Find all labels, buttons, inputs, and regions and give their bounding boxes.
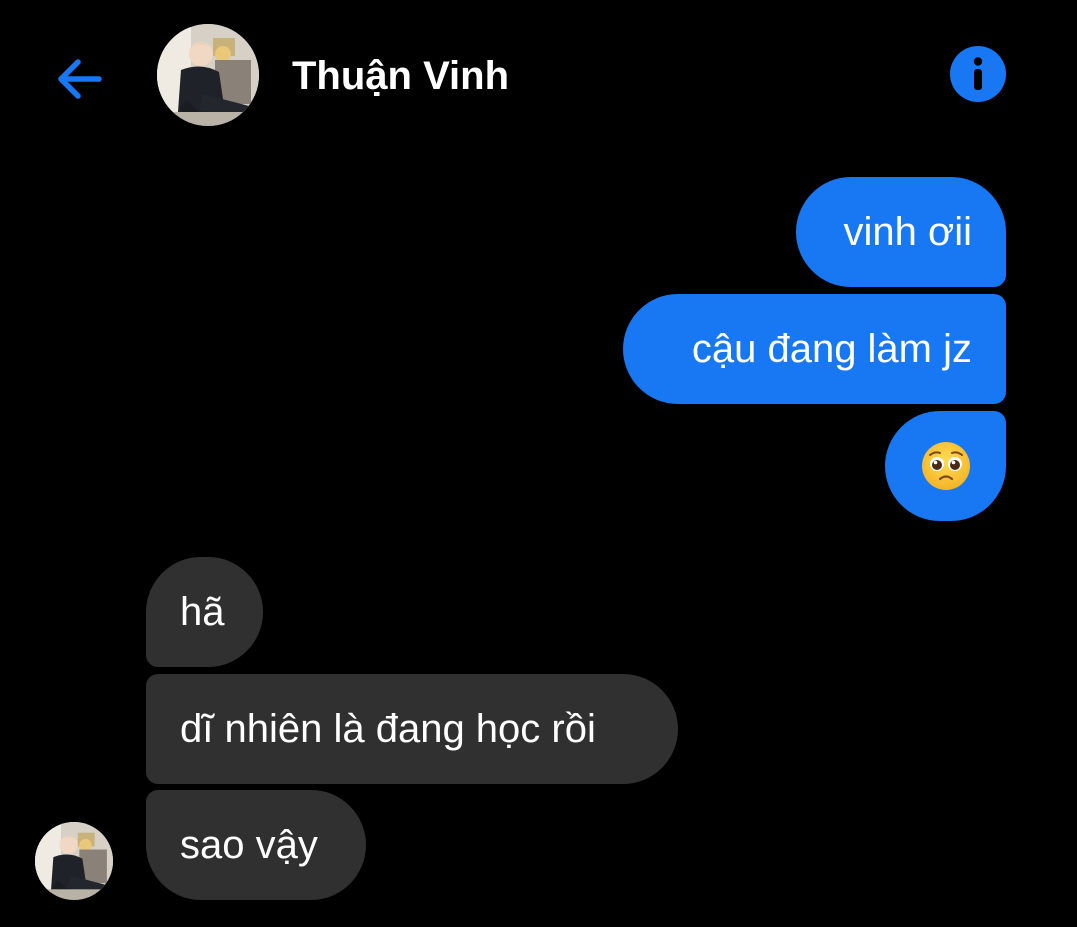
chat-header: Thuận Vinh: [0, 0, 1077, 150]
back-button[interactable]: [50, 50, 108, 108]
message-outgoing[interactable]: vinh ơii: [796, 177, 1006, 287]
contact-avatar[interactable]: [157, 24, 259, 126]
pleading-face-emoji-icon: [921, 442, 970, 490]
message-outgoing-emoji[interactable]: [885, 411, 1006, 521]
contact-name[interactable]: Thuận Vinh: [292, 50, 509, 102]
info-icon: [973, 57, 983, 90]
info-button[interactable]: [950, 46, 1006, 102]
avatar-photo: [35, 822, 113, 900]
message-incoming[interactable]: dĩ nhiên là đang học rồi: [146, 674, 678, 784]
message-incoming[interactable]: sao vậy: [146, 790, 366, 900]
contact-avatar-small[interactable]: [35, 822, 113, 900]
avatar-photo: [157, 24, 259, 126]
message-incoming[interactable]: hã: [146, 557, 263, 667]
message-outgoing[interactable]: cậu đang làm jz: [623, 294, 1006, 404]
arrow-left-icon: [58, 59, 102, 99]
